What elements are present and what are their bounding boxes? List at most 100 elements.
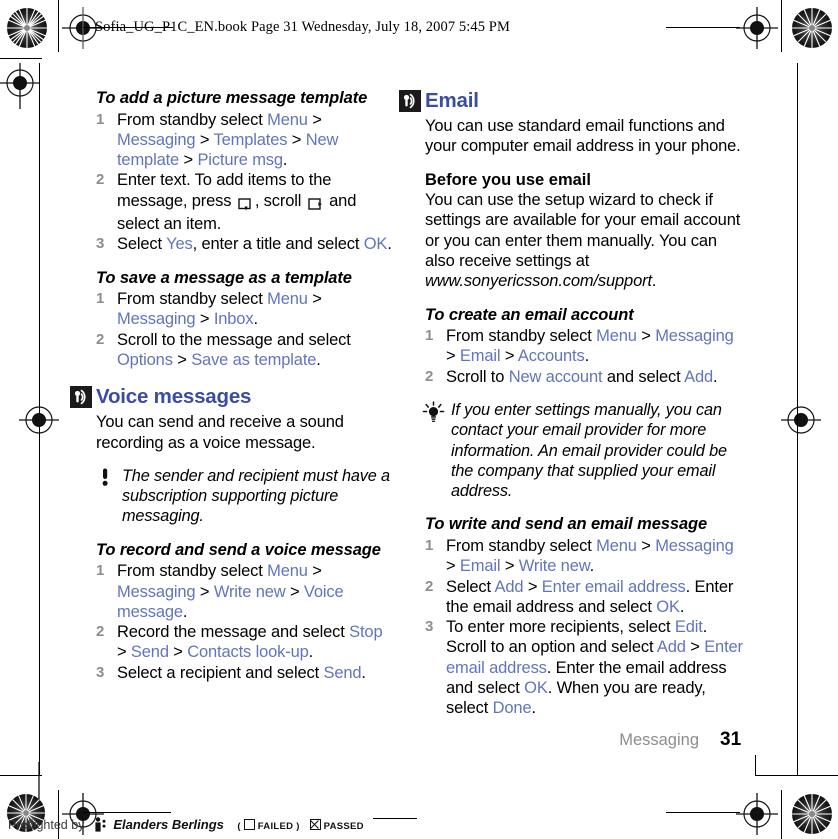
ui-path-link: OK [524,679,548,698]
ui-path-link: OK [656,597,680,616]
text-run: > [523,577,542,596]
ui-path-link: Menu [596,536,637,555]
tip-callout-email-provider: If you enter settings manually, you can … [422,400,745,501]
text-run: Select a recipient and select [117,663,324,682]
procedure-title-create-email-account: To create an email account [425,305,634,324]
text-run: , enter a title and select [192,235,364,254]
step-text: Select Add > Enter email address. Enter … [446,578,733,616]
procedure-title-write-send-email: To write and send an email message [425,515,708,534]
page-footer: Messaging 31 [619,729,746,751]
step-text: Scroll to the message and select Options… [117,331,351,369]
preflight-open-paren: ( [237,821,241,832]
ui-path-link: Edit [674,618,703,637]
tip-text: If you enter settings manually, you can … [451,400,727,501]
step-number: 3 [96,663,105,681]
text-run: > [195,310,214,329]
step-text: From standby select Menu > Messaging > E… [446,537,734,575]
procedure-step: 3 Select Yes, enter a title and select OK… [96,234,392,254]
before-you-use-email-body: You can use the setup wizard to check if… [425,190,745,291]
step-text: From standby select Menu > Messaging > I… [117,290,322,328]
procedure-step: 1 From standby select Menu > Messaging > … [425,536,745,577]
ui-path-link: Add [656,638,686,657]
step-number: 2 [96,171,105,189]
step-number: 1 [96,290,105,308]
text-run: . [282,151,288,170]
section-title-voice-messages: Voice messages [96,385,252,409]
procedure-step: 1 From standby select Menu > Messaging > … [425,326,745,367]
text-run: . [182,602,188,621]
text-run: . [361,663,366,682]
text-run: > [172,350,192,369]
preflight-passed-label: PASSED [323,821,364,832]
text-run: > [636,536,656,555]
text-run: > [195,130,214,149]
right-column: Email You can use standard email functio… [399,88,745,719]
preflight-close-paren: ) [296,821,300,832]
ui-path-link: Templates [213,130,288,149]
procedure-step: 3 To enter more recipients, select Edit. … [425,617,745,718]
procedure-step: 1 From standby select Menu > Messaging > … [96,561,392,622]
procedure-step: 3 Select a recipient and select Send. [96,663,392,683]
steps-save-message-template: 1 From standby select Menu > Messaging > … [96,289,392,370]
text-run: To enter more recipients, select [446,618,675,637]
ui-path-link: Email [459,557,501,576]
ui-path-link: Inbox [213,310,254,329]
text-run: > [636,327,656,346]
ui-path-link: Contacts look-up [187,643,309,662]
elanders-logo-icon [94,817,107,837]
text-run: From standby select [446,327,597,346]
text-run: > [500,347,518,366]
text-run: . [651,272,657,291]
step-number: 2 [425,367,434,385]
ui-path-link: Options [117,350,173,369]
voice-messages-intro: You can send and receive a sound recordi… [96,413,344,452]
section-title-email: Email [425,89,479,112]
text-run: > [285,582,304,601]
ui-path-link: Send [323,663,362,682]
note-callout-picture-messaging: The sender and recipient must have a sub… [96,466,392,527]
procedure-step: 2 Record the message and select Stop > Se… [96,622,392,663]
ui-path-link: Done [492,699,532,718]
step-number: 3 [425,618,434,636]
ui-path-link: Accounts [517,347,585,366]
text-run: > [446,347,460,366]
text-run: You can use the setup wizard to check if… [425,191,741,270]
procedure-title-record-voice-message: To record and send a voice message [96,540,381,559]
procedure-step: 2 Enter text. To add items to the message… [96,170,392,234]
text-run: Scroll to the message and select [117,330,351,349]
text-run: . [589,557,595,576]
ui-path-link: Yes [166,235,193,254]
procedure-title-add-picture-template: To add a picture message template [96,89,368,107]
text-run: > [195,582,214,601]
procedure-title-save-message-template: To save a message as a template [96,268,352,287]
ui-path-link: Menu [267,290,308,309]
text-run: . [308,643,314,662]
ui-path-link: Messaging [117,582,196,601]
preflight-company: Elanders Berlings [113,817,224,832]
text-run: . [387,235,392,254]
text-run: > [168,643,188,662]
ui-path-link: Enter email address [541,577,686,596]
text-run: From standby select [117,110,268,129]
passed-checkbox-checked [309,819,321,830]
ui-path-link: Add [494,577,524,596]
preflight-by-label: Preflighted by [8,818,85,832]
text-run: > [287,130,306,149]
step-number: 2 [96,330,105,348]
text-run: From standby select [117,290,268,309]
step-text: Enter text. To add items to the message,… [117,171,356,233]
soft-key-down-icon [237,194,254,214]
step-text: Select Yes, enter a title and select OK. [117,235,392,253]
text-run: . [713,367,718,386]
ui-path-link: Messaging [655,536,734,555]
step-text: From standby select Menu > Messaging > T… [117,111,338,170]
nav-key-right-icon [307,194,324,214]
ui-path-link: Menu [267,562,308,581]
steps-record-voice-message: 1 From standby select Menu > Messaging > … [96,561,392,683]
ui-path-link: Send [130,643,169,662]
step-number: 1 [425,536,434,554]
ui-path-link: Messaging [655,327,734,346]
procedure-step: 2 Scroll to New account and select Add. [425,367,745,387]
page-number: 31 [720,729,742,750]
ui-path-link: Write new [213,582,286,601]
